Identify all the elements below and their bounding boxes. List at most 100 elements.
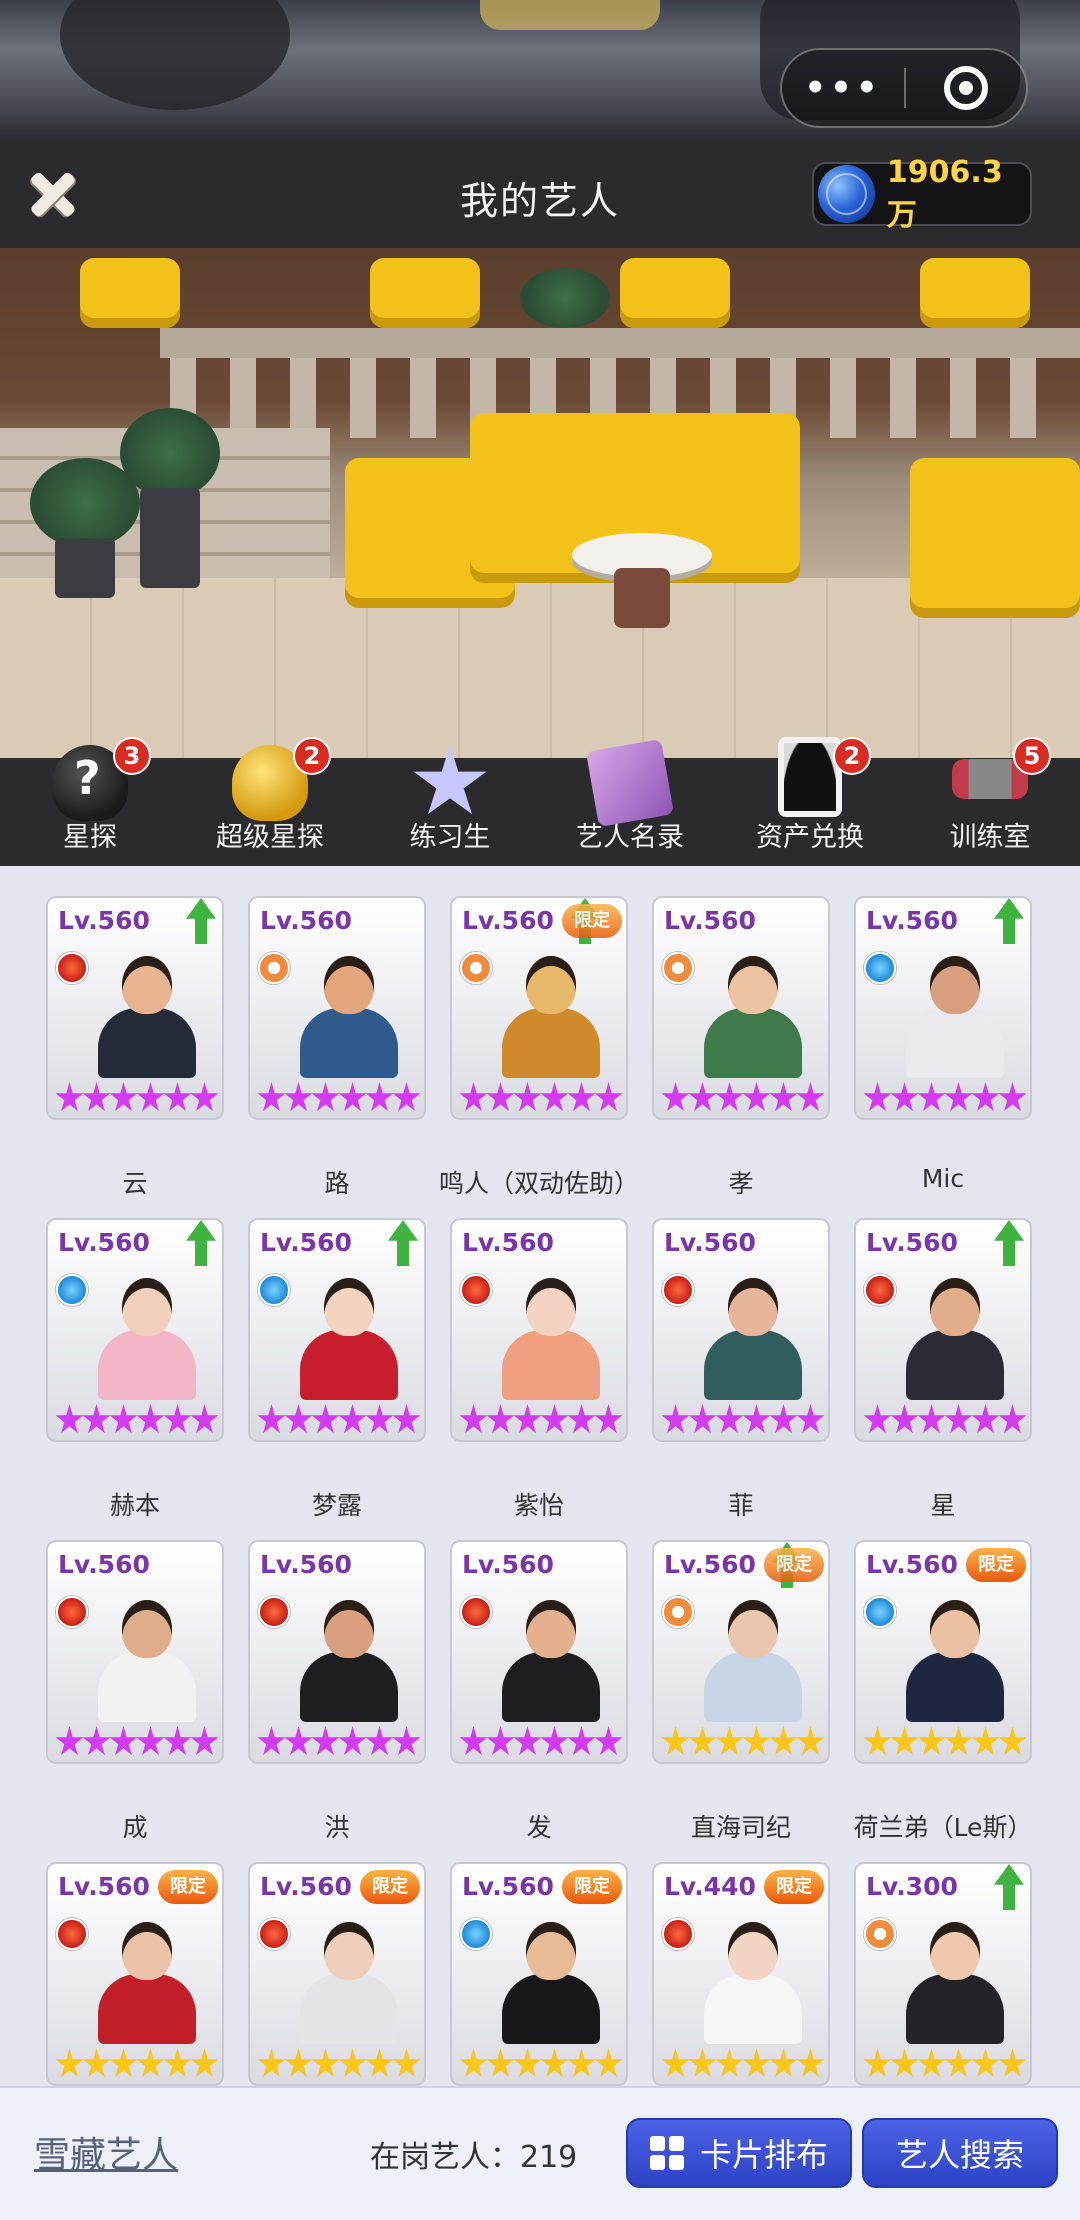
rank-emblem-icon bbox=[662, 952, 694, 984]
star-rating bbox=[656, 1404, 828, 1440]
star-icon bbox=[715, 1404, 744, 1434]
artist-card[interactable]: Lv.560 bbox=[450, 1540, 628, 1764]
artist-card[interactable]: Lv.560 bbox=[248, 1218, 426, 1442]
artist-level: Lv.560 bbox=[664, 1550, 756, 1579]
artist-card[interactable]: Lv.560 bbox=[854, 1218, 1032, 1442]
rank-emblem-icon bbox=[460, 1596, 492, 1628]
artist-portrait bbox=[294, 1912, 404, 2044]
star-icon bbox=[742, 1404, 771, 1434]
star-icon bbox=[715, 1726, 744, 1756]
star-icon bbox=[540, 1726, 569, 1756]
artist-name: 成 bbox=[122, 1813, 148, 1842]
menu-super-scout[interactable]: 2 超级星探 bbox=[185, 737, 355, 854]
artist-level: Lv.560 bbox=[462, 906, 554, 935]
rank-emblem-icon bbox=[662, 1274, 694, 1306]
menu-training-room[interactable]: 5 训练室 bbox=[905, 737, 1075, 854]
star-icon bbox=[567, 1726, 596, 1756]
artist-card[interactable]: Lv.560 限定 bbox=[46, 1862, 224, 2086]
artist-card[interactable]: Lv.560 bbox=[46, 1218, 224, 1442]
chair bbox=[370, 258, 480, 328]
star-icon bbox=[109, 1404, 138, 1434]
artist-search-button[interactable]: 艺人搜索 bbox=[862, 2118, 1058, 2188]
grid-icon bbox=[649, 2136, 684, 2170]
menu-scout[interactable]: 3 星探 bbox=[5, 737, 175, 854]
more-menu-button[interactable]: ••• bbox=[782, 68, 904, 108]
star-rating bbox=[252, 1404, 424, 1440]
card-layout-button[interactable]: 卡片排布 bbox=[626, 2118, 852, 2188]
limited-badge: 限定 bbox=[360, 1870, 420, 1904]
star-icon bbox=[944, 1082, 973, 1112]
artist-level: Lv.560 bbox=[462, 1550, 554, 1579]
star-rating bbox=[454, 2048, 626, 2084]
artist-card[interactable]: Lv.560 限定 bbox=[854, 1540, 1032, 1764]
close-mini-program-button[interactable] bbox=[906, 66, 1026, 110]
artist-card[interactable]: Lv.560 bbox=[450, 1218, 628, 1442]
star-rating bbox=[454, 1404, 626, 1440]
star-icon bbox=[82, 1404, 111, 1434]
star-icon bbox=[459, 1404, 488, 1434]
currency-display[interactable]: 1906.3万 bbox=[812, 155, 1032, 233]
star-icon bbox=[688, 1082, 717, 1112]
artist-card[interactable]: Lv.560 bbox=[248, 896, 426, 1120]
star-icon bbox=[998, 2048, 1027, 2078]
artist-portrait bbox=[698, 1590, 808, 1722]
chair bbox=[80, 258, 180, 328]
star-icon bbox=[661, 1082, 690, 1112]
artist-card[interactable]: Lv.560 bbox=[46, 1540, 224, 1764]
artist-level: Lv.560 bbox=[462, 1872, 554, 1901]
menu-artist-directory[interactable]: 艺人名录 bbox=[545, 738, 715, 854]
star-icon bbox=[796, 1404, 825, 1434]
star-icon bbox=[392, 1082, 421, 1112]
artist-portrait bbox=[294, 1268, 404, 1400]
artist-card[interactable]: Lv.560 bbox=[248, 1540, 426, 1764]
star-rating bbox=[656, 2048, 828, 2084]
artist-card[interactable]: Lv.560 bbox=[854, 896, 1032, 1120]
star-icon bbox=[257, 1404, 286, 1434]
upgrade-arrow-icon bbox=[994, 898, 1024, 944]
star-icon bbox=[742, 1082, 771, 1112]
artist-portrait bbox=[294, 1590, 404, 1722]
artist-card[interactable]: Lv.560 bbox=[652, 1218, 830, 1442]
star-rating bbox=[858, 1404, 1030, 1440]
limited-badge: 限定 bbox=[562, 904, 622, 938]
star-icon bbox=[917, 2048, 946, 2078]
star-icon bbox=[863, 1404, 892, 1434]
star-icon bbox=[136, 1404, 165, 1434]
artist-card[interactable]: Lv.560 限定 bbox=[652, 1540, 830, 1764]
star-icon bbox=[109, 2048, 138, 2078]
artist-card[interactable]: Lv.440 限定 bbox=[652, 1862, 830, 2086]
artist-name: 紫怡 bbox=[513, 1491, 564, 1520]
star-icon bbox=[890, 1726, 919, 1756]
snowed-artists-link[interactable]: 雪藏艺人 bbox=[34, 2126, 178, 2178]
star-icon bbox=[365, 2048, 394, 2078]
menu-asset-exchange[interactable]: 2 资产兑换 bbox=[725, 737, 895, 854]
notification-badge: 3 bbox=[113, 737, 151, 775]
artist-level: Lv.560 bbox=[58, 1228, 150, 1257]
upgrade-arrow-icon bbox=[994, 1864, 1024, 1910]
artist-level: Lv.560 bbox=[866, 1228, 958, 1257]
bottom-bar: 雪藏艺人 在岗艺人：219 卡片排布 艺人搜索 bbox=[0, 2086, 1080, 2220]
artist-card[interactable]: Lv.560 限定 bbox=[450, 1862, 628, 2086]
star-icon bbox=[311, 2048, 340, 2078]
menu-trainee[interactable]: 练习生 bbox=[365, 745, 535, 854]
star-icon bbox=[863, 1082, 892, 1112]
upgrade-arrow-icon bbox=[186, 898, 216, 944]
artist-card[interactable]: Lv.560 限定 bbox=[248, 1862, 426, 2086]
artist-name: 洪 bbox=[324, 1813, 350, 1842]
star-icon bbox=[284, 2048, 313, 2078]
star-rating bbox=[454, 1726, 626, 1762]
artist-card-cell: Lv.560 限定 鸣人（双动佐助） bbox=[439, 896, 639, 1218]
artist-level: Lv.560 bbox=[866, 1550, 958, 1579]
artist-card[interactable]: Lv.560 bbox=[652, 896, 830, 1120]
artist-card[interactable]: Lv.300 bbox=[854, 1862, 1032, 2086]
notification-badge: 5 bbox=[1013, 737, 1051, 775]
star-icon bbox=[459, 2048, 488, 2078]
artist-book-icon bbox=[585, 738, 675, 828]
artist-card[interactable]: Lv.560 限定 bbox=[450, 896, 628, 1120]
globe-icon bbox=[818, 165, 875, 223]
artist-portrait bbox=[698, 1268, 808, 1400]
artist-card[interactable]: Lv.560 bbox=[46, 896, 224, 1120]
armchair bbox=[910, 458, 1080, 618]
artist-card-cell: Lv.560 星 bbox=[854, 1218, 1032, 1540]
artist-portrait bbox=[900, 1590, 1010, 1722]
